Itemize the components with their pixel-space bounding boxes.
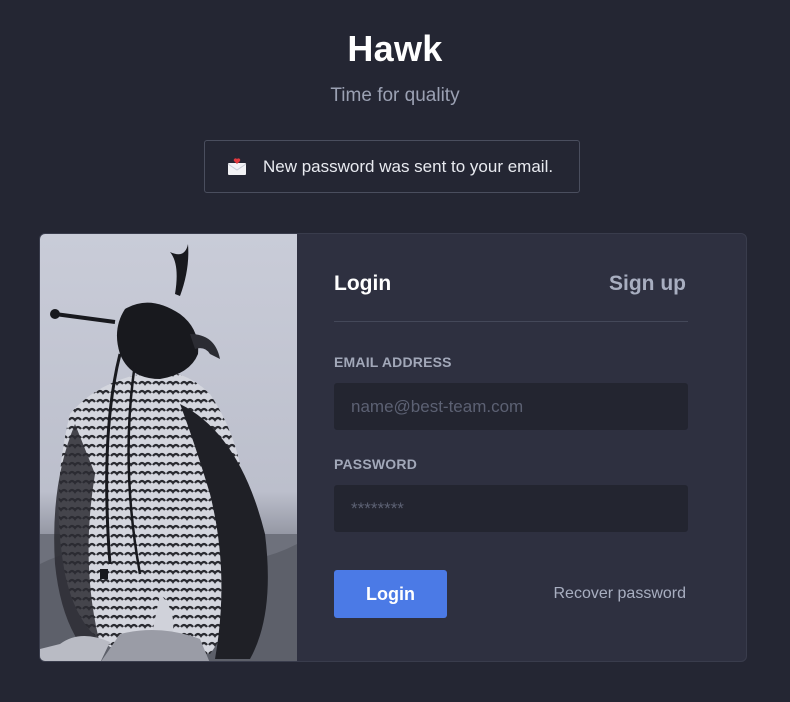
tab-divider: [334, 321, 688, 322]
auth-card: Login Sign up EMAIL ADDRESS PASSWORD Log…: [39, 233, 747, 662]
recover-password-link[interactable]: Recover password: [554, 585, 687, 603]
password-input[interactable]: [334, 485, 688, 532]
tab-signup[interactable]: Sign up: [609, 272, 686, 296]
password-sent-notice: New password was sent to your email.: [204, 140, 580, 193]
login-button[interactable]: Login: [334, 570, 447, 618]
notice-text: New password was sent to your email.: [263, 157, 554, 176]
hawk-photo: [40, 234, 297, 661]
tab-login[interactable]: Login: [334, 272, 391, 296]
password-label: PASSWORD: [334, 456, 418, 472]
email-label: EMAIL ADDRESS: [334, 354, 452, 370]
envelope-icon: [227, 158, 247, 175]
brand-title: Hawk: [347, 28, 443, 69]
email-input[interactable]: [334, 383, 688, 430]
brand-subtitle: Time for quality: [330, 85, 460, 106]
